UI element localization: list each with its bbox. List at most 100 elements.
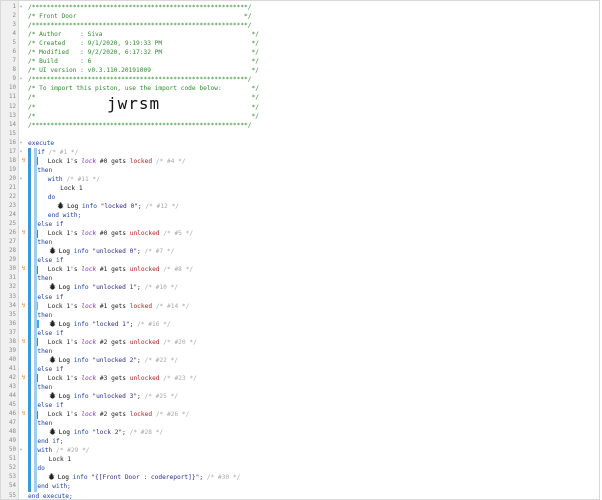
- code-token: then: [37, 420, 53, 428]
- code-token: /* #30 */: [206, 474, 241, 482]
- code-line: 10 /* To import this piston, use the impo…: [1, 84, 599, 93]
- code-token: info: [73, 429, 93, 437]
- code-text: Log info "locked 1"; /* #16 */: [49, 320, 171, 329]
- code-token: Lock 1: [47, 338, 71, 346]
- line-number: 47: [9, 420, 16, 427]
- fold-arrow-icon[interactable]: ▾: [18, 175, 24, 184]
- code-text: do: [48, 193, 55, 202]
- code-token: do: [47, 193, 56, 201]
- code-line: 8 /* UI version : v0.3.110.20191009 */: [1, 66, 599, 75]
- log-bug-icon: [49, 392, 56, 399]
- import-code: jwrsm: [107, 94, 161, 113]
- code-token: info: [73, 320, 93, 328]
- code-token: ;: [199, 474, 207, 482]
- code-token: else if: [37, 293, 64, 301]
- code-line: 3 /**************************************…: [1, 21, 599, 30]
- code-line: 47 then: [1, 419, 599, 428]
- code-text: Lock 1's lock #1 gets unlocked /* #8 */: [48, 265, 193, 274]
- code-line: 2 /* Front Door */: [1, 12, 599, 21]
- code-token: locked: [129, 411, 153, 419]
- line-number: 14: [9, 121, 16, 128]
- code-token: /* #4 */: [152, 157, 186, 165]
- line-number: 40: [9, 356, 16, 363]
- code-line: 31 then: [1, 274, 599, 283]
- code-text: /* Author : Siva */: [28, 30, 259, 39]
- code-line: 30 ↯ Lock 1's lock #1 gets unlocked /* #8 …: [1, 265, 599, 274]
- trigger-bolt-icon: ↯: [21, 156, 26, 164]
- code-token: #1 gets: [96, 302, 130, 310]
- line-number: 26: [9, 230, 16, 237]
- fold-arrow-icon[interactable]: ▾: [18, 446, 24, 455]
- code-token: info: [73, 356, 93, 364]
- code-text: then: [37, 311, 52, 320]
- code-text: then: [37, 347, 52, 356]
- code-token: /* #25 */: [144, 393, 179, 401]
- code-token: then: [37, 383, 53, 391]
- code-line: 45 else if: [1, 401, 599, 410]
- code-text: else if: [37, 293, 63, 302]
- code-line: 18 ↯ Lock 1's lock #0 gets locked /* #4 */: [1, 156, 599, 166]
- code-token: then: [37, 275, 53, 283]
- code-line: 50 ▾ with /* #29 */: [1, 446, 599, 455]
- trigger-bolt-icon: ↯: [21, 229, 26, 237]
- code-text: then: [37, 238, 52, 247]
- code-token: ;: [137, 393, 145, 401]
- code-text: Log info "locked 0"; /* #12 */: [57, 202, 179, 211]
- code-line: 55 end execute;: [1, 492, 599, 499]
- code-token: /***************************************…: [28, 76, 252, 84]
- code-token: "unlocked 3": [92, 393, 138, 401]
- code-text: else if: [37, 256, 63, 265]
- log-bug-icon: [49, 356, 56, 363]
- line-number: 55: [9, 492, 16, 499]
- code-lines: 1 ▾/*************************************…: [1, 3, 599, 499]
- code-token: else if: [37, 365, 64, 373]
- code-token: #2 gets: [96, 411, 130, 419]
- line-number: 18: [9, 157, 16, 164]
- code-line: 25 else if: [1, 220, 599, 229]
- code-token: lock: [81, 266, 97, 274]
- code-line: 1 ▾ /*************************************…: [1, 3, 599, 12]
- code-line: 16 ▾ execute: [1, 139, 599, 148]
- code-token: Log: [58, 356, 74, 364]
- code-line: 5 /* Created : 9/1/2020, 9:19:33 PM */: [1, 39, 599, 48]
- code-token: Log: [57, 474, 73, 482]
- line-number: 32: [9, 284, 16, 291]
- line-number: 29: [9, 257, 16, 264]
- code-text: Lock 1's lock #0 gets locked /* #4 */: [48, 157, 186, 166]
- code-token: do: [37, 465, 45, 473]
- line-number: 35: [9, 311, 16, 318]
- code-line: 4 /* Author : Siva */: [1, 30, 599, 39]
- line-number: 51: [9, 456, 16, 463]
- code-text: /* Created : 9/1/2020, 9:19:33 PM */: [28, 39, 259, 48]
- line-number: 50: [9, 447, 16, 454]
- code-token: /* Front Door */: [28, 13, 252, 21]
- code-token: with: [47, 175, 67, 183]
- line-number: 53: [9, 474, 16, 481]
- fold-arrow-icon[interactable]: ▾: [18, 139, 24, 148]
- code-line: 42 ↯ Lock 1's lock #3 gets unlocked /* #23…: [1, 374, 599, 383]
- code-token: /* #22 */: [144, 356, 179, 364]
- code-token: /* #1 */: [48, 148, 79, 156]
- code-text: else if: [37, 329, 63, 338]
- code-token: Lock 1: [47, 302, 71, 310]
- line-number: 8: [12, 67, 17, 74]
- code-text: then: [37, 274, 52, 283]
- code-token: info: [82, 203, 101, 211]
- code-token: 's: [70, 157, 82, 165]
- code-line: 38 ↯ Lock 1's lock #2 gets unlocked /* #20…: [1, 338, 599, 347]
- code-token: end with;: [37, 483, 71, 491]
- code-text: /* Front Door */: [28, 12, 252, 21]
- code-token: "{[Front Door : codereport]}": [91, 474, 200, 482]
- line-number: 30: [9, 266, 16, 273]
- code-line: 34 ↯ Lock 1's lock #1 gets locked /* #14 *…: [1, 302, 599, 311]
- fold-arrow-icon[interactable]: ▾: [18, 148, 24, 157]
- code-text: end with;: [48, 211, 82, 220]
- code-text: Lock 1: [60, 184, 82, 193]
- fold-arrow-icon[interactable]: ▾: [18, 75, 24, 84]
- line-number: 20: [9, 175, 16, 182]
- line-number: 43: [9, 383, 16, 390]
- fold-arrow-icon[interactable]: ▾: [18, 3, 24, 12]
- trigger-bolt-icon: ↯: [21, 265, 26, 273]
- code-text: end with;: [37, 482, 71, 491]
- line-number: 41: [9, 365, 16, 372]
